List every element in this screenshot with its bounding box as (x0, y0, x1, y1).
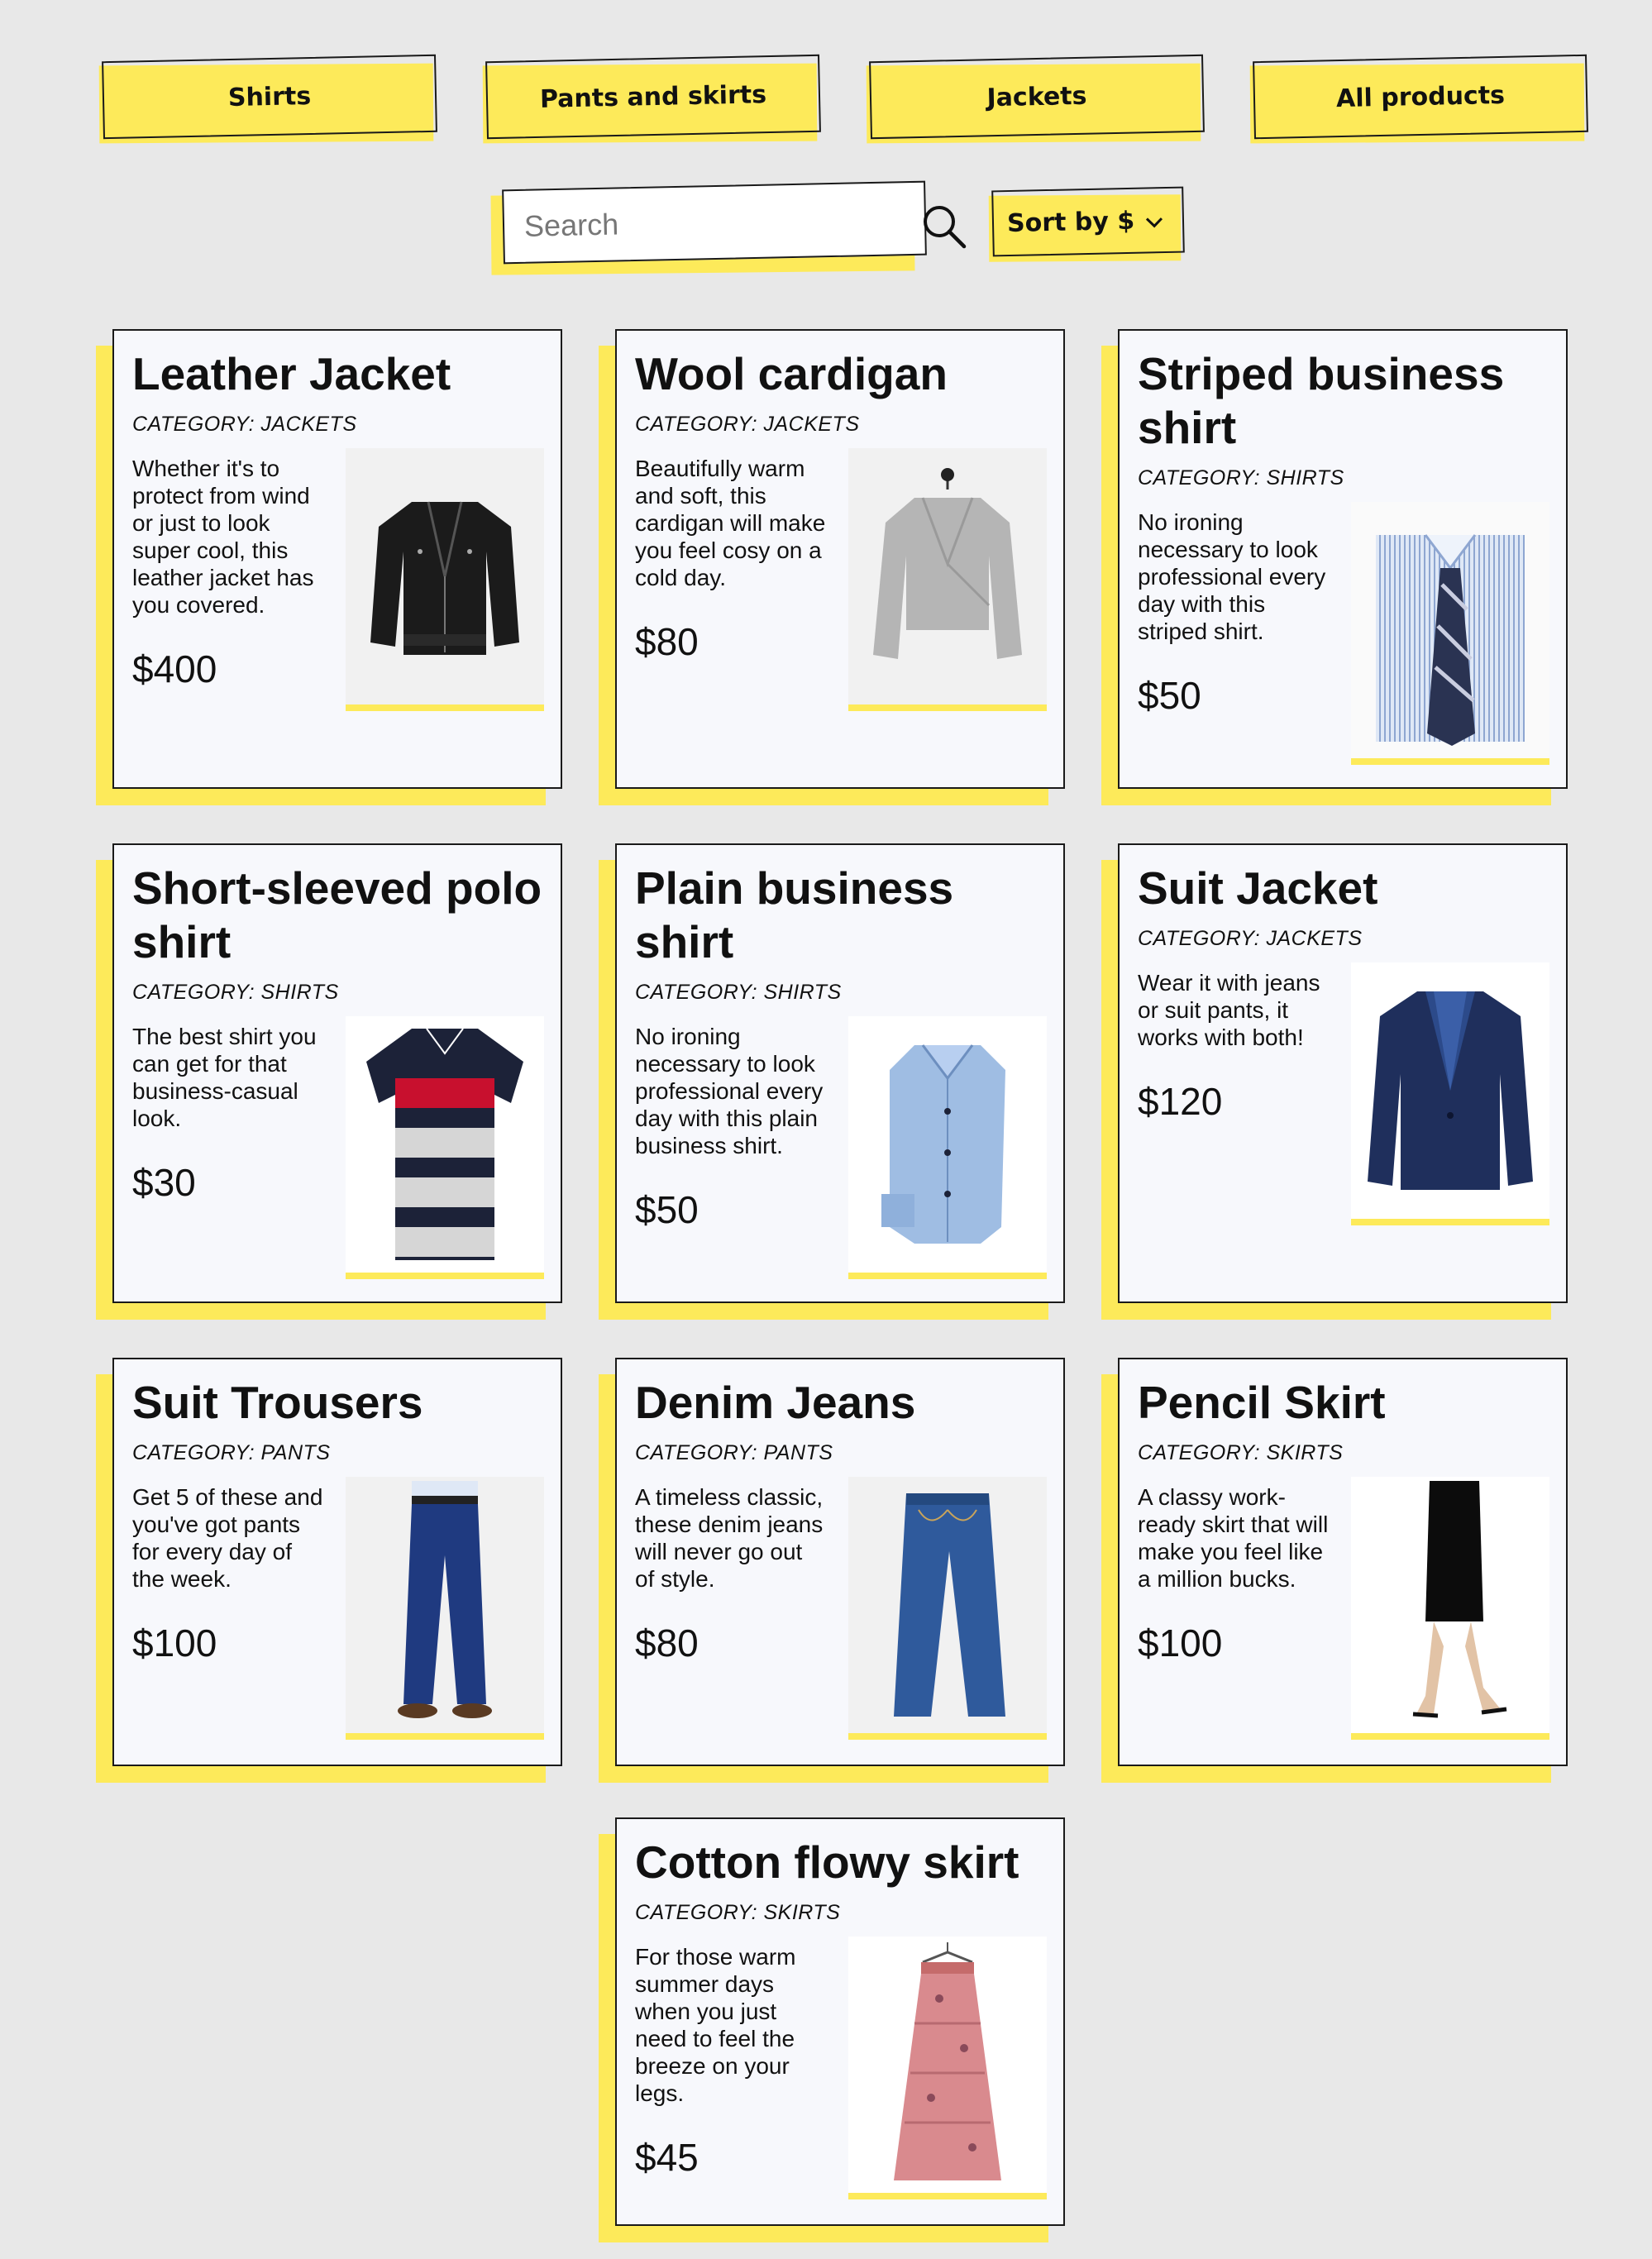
product-category: CATEGORY: JACKETS (635, 413, 860, 436)
product-description: The best shirt you can get for that busi… (132, 1024, 317, 1131)
product-description: No ironing necessary to look professiona… (1138, 509, 1326, 644)
product-title: Short-sleeved polo shirt (132, 862, 542, 967)
product-price: $120 (1138, 1080, 1223, 1123)
product-description: No ironing necessary to look professiona… (635, 1024, 824, 1158)
image-underline (346, 1273, 544, 1279)
image-underline (848, 704, 1047, 711)
image-underline (1351, 758, 1549, 765)
product-description: Get 5 of these and you've got pants for … (132, 1484, 323, 1592)
product-category: CATEGORY: SKIRTS (1138, 1441, 1344, 1464)
chevron-down-icon (1144, 210, 1164, 230)
search-input[interactable] (502, 180, 927, 265)
product-price: $50 (635, 1188, 699, 1231)
product-price: $80 (635, 1621, 699, 1664)
product-category: CATEGORY: SHIRTS (635, 981, 842, 1004)
jeans-icon (848, 1477, 1047, 1733)
search-box (490, 180, 927, 275)
product-card-suit-trousers[interactable]: Suit Trousers CATEGORY: PANTS Get 5 of t… (96, 1358, 562, 1783)
category-button-label: All products (1253, 54, 1588, 140)
image-underline (848, 2193, 1047, 2199)
product-price: $80 (635, 620, 699, 663)
product-category: CATEGORY: SHIRTS (1138, 466, 1344, 490)
image-underline (1351, 1219, 1549, 1225)
product-card-denim-jeans[interactable]: Denim Jeans CATEGORY: PANTS A timeless c… (599, 1358, 1065, 1783)
product-category: CATEGORY: SKIRTS (635, 1901, 841, 1924)
product-card-suit-jacket[interactable]: Suit Jacket CATEGORY: JACKETS Wear it wi… (1101, 843, 1568, 1320)
category-button-pants-and-skirts[interactable]: Pants and skirts (482, 54, 821, 144)
image-underline (848, 1273, 1047, 1279)
product-title: Striped business shirt (1138, 348, 1505, 453)
product-description: Whether it's to protect from wind or jus… (132, 456, 314, 618)
product-title: Denim Jeans (635, 1377, 916, 1428)
product-price: $400 (132, 647, 217, 690)
suit-trousers-icon (346, 1477, 544, 1733)
product-price: $50 (1138, 674, 1201, 717)
product-title: Plain business shirt (635, 862, 954, 967)
sort-label: Sort by $ (1006, 206, 1135, 238)
product-title: Leather Jacket (132, 348, 451, 399)
flowy-skirt-icon (848, 1937, 1047, 2193)
product-price: $45 (635, 2136, 699, 2179)
category-button-jackets[interactable]: Jackets (866, 54, 1205, 144)
product-card-plain-business-shirt[interactable]: Plain business shirt CATEGORY: SHIRTS No… (599, 843, 1065, 1320)
product-category: CATEGORY: JACKETS (132, 413, 357, 436)
product-card-wool-cardigan[interactable]: Wool cardigan CATEGORY: JACKETS Beautifu… (599, 329, 1065, 805)
product-category: CATEGORY: JACKETS (1138, 927, 1363, 950)
product-card-cotton-flowy-skirt[interactable]: Cotton flowy skirt CATEGORY: SKIRTS For … (599, 1817, 1065, 2242)
leather-jacket-icon (346, 448, 544, 704)
product-category: CATEGORY: SHIRTS (132, 981, 339, 1004)
category-button-all-products[interactable]: All products (1249, 54, 1588, 144)
product-card-short-sleeved-polo-shirt[interactable]: Short-sleeved polo shirt CATEGORY: SHIRT… (96, 843, 562, 1320)
image-underline (1351, 1733, 1549, 1740)
product-description: Wear it with jeans or suit pants, it wor… (1138, 970, 1320, 1050)
product-category: CATEGORY: PANTS (132, 1441, 331, 1464)
product-card-leather-jacket[interactable]: Leather Jacket CATEGORY: JACKETS Whether… (96, 329, 562, 805)
product-title: Suit Trousers (132, 1377, 423, 1428)
product-category: CATEGORY: PANTS (635, 1441, 833, 1464)
category-button-label: Jackets (869, 54, 1205, 140)
product-card-striped-business-shirt[interactable]: Striped business shirt CATEGORY: SHIRTS … (1101, 329, 1568, 805)
category-button-label: Pants and skirts (485, 54, 821, 140)
product-description: Beautifully warm and soft, this cardigan… (635, 456, 826, 590)
product-title: Suit Jacket (1138, 862, 1378, 914)
product-description: For those warm summer days when you just… (635, 1944, 796, 2106)
image-underline (346, 704, 544, 711)
category-button-label: Shirts (102, 54, 437, 140)
product-description: A classy work-ready skirt that will make… (1138, 1484, 1329, 1592)
polo-shirt-icon (346, 1016, 544, 1273)
product-title: Pencil Skirt (1138, 1377, 1386, 1428)
product-price: $100 (1138, 1621, 1223, 1664)
product-description: A timeless classic, these denim jeans wi… (635, 1484, 824, 1592)
category-button-shirts[interactable]: Shirts (98, 54, 437, 144)
striped-shirt-icon (1351, 502, 1549, 758)
product-title: Cotton flowy skirt (635, 1836, 1019, 1888)
image-underline (848, 1733, 1047, 1740)
pencil-skirt-icon (1351, 1477, 1549, 1733)
product-card-pencil-skirt[interactable]: Pencil Skirt CATEGORY: SKIRTS A classy w… (1101, 1358, 1568, 1783)
sort-button[interactable]: Sort by $ (988, 186, 1185, 262)
product-price: $100 (132, 1621, 217, 1664)
suit-jacket-icon (1351, 962, 1549, 1219)
plain-shirt-icon (848, 1016, 1047, 1273)
product-title: Wool cardigan (635, 348, 948, 399)
search-icon[interactable] (921, 203, 967, 250)
product-price: $30 (132, 1161, 196, 1204)
cardigan-icon (848, 448, 1047, 704)
image-underline (346, 1733, 544, 1740)
